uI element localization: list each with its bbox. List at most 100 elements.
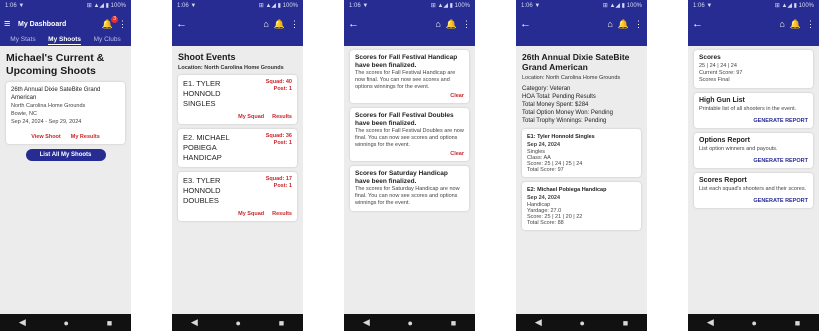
notifications-icon[interactable]: 🔔: [790, 19, 801, 30]
status-time: 1:06 ▼: [177, 3, 197, 9]
nav-home-icon[interactable]: ●: [236, 318, 241, 328]
report-card: Scores Report List each squad's shooters…: [694, 173, 813, 208]
list-all-shoots-button[interactable]: List All My Shoots: [25, 149, 106, 161]
scores-card: Scores 25 | 24 | 24 | 24 Current Score: …: [694, 50, 813, 88]
more-icon[interactable]: ⋮: [462, 19, 471, 30]
app-bar: ← ⌂ 🔔 ⋮: [344, 12, 475, 46]
home-icon[interactable]: ⌂: [607, 19, 612, 29]
report-title: Options Report: [699, 137, 750, 144]
more-icon[interactable]: ⋮: [118, 19, 127, 30]
status-time: 1:06 ▼: [693, 3, 713, 9]
more-icon[interactable]: ⋮: [634, 19, 643, 30]
nav-back-icon[interactable]: ◀: [19, 317, 26, 328]
clear-button[interactable]: Clear: [355, 93, 464, 99]
event-result-card[interactable]: E1: Tyler Honnold Singles Sep 24, 2024 S…: [522, 129, 641, 177]
home-icon[interactable]: ⌂: [779, 19, 784, 29]
shoot-location: North Carolina Home Grounds: [11, 103, 86, 109]
event-card[interactable]: E3. TYLER HONNOLD DOUBLES Squad: 17 Post…: [178, 172, 297, 221]
event-title: E1: Tyler Honnold Singles: [527, 134, 595, 140]
system-nav-bar: ◀ ● ■: [172, 314, 303, 331]
system-nav-bar: ◀ ● ■: [0, 314, 131, 331]
tab-my-stats[interactable]: My Stats: [10, 36, 35, 43]
back-arrow-icon[interactable]: ←: [692, 18, 706, 30]
option-money: Total Option Money Won: Pending: [522, 110, 613, 116]
report-card: High Gun List Printable list of all shoo…: [694, 93, 813, 128]
nav-recents-icon[interactable]: ■: [623, 318, 628, 328]
results-link[interactable]: Results: [272, 211, 292, 217]
notification-badge: 3: [111, 15, 118, 23]
nav-back-icon[interactable]: ◀: [363, 317, 370, 328]
status-icons: ⊞ ▲◢ ▮ 100%: [774, 3, 814, 9]
reports-content: Scores 25 | 24 | 24 | 24 Current Score: …: [688, 46, 819, 217]
status-time: 1:06 ▼: [5, 3, 25, 9]
my-squad-link[interactable]: My Squad: [238, 211, 264, 217]
notifications-icon[interactable]: 🔔: [618, 19, 629, 30]
status-bar: 1:06 ▼ ⊞ ▲◢ ▮ 100%: [516, 0, 647, 12]
my-squad-link[interactable]: My Squad: [238, 114, 264, 120]
trophy-winnings: Total Trophy Winnings: Pending: [522, 118, 607, 124]
more-icon[interactable]: ⋮: [806, 19, 815, 30]
event-stats: Squad: 36 Post: 1: [266, 133, 292, 163]
location-label: Location: North Carolina Home Grounds: [178, 65, 284, 71]
category-label: Category: Veteran: [522, 86, 571, 92]
nav-recents-icon[interactable]: ■: [279, 318, 284, 328]
phone-screen-shoot-events: 1:06 ▼ ⊞ ▲◢ ▮ 100% ← ⌂ 🔔 ⋮ Shoot Events …: [172, 0, 303, 331]
tab-my-clubs[interactable]: My Clubs: [94, 36, 121, 43]
page-title: Michael's Current & Upcoming Shoots: [6, 52, 105, 77]
event-date: Sep 24, 2024: [527, 142, 561, 148]
more-icon[interactable]: ⋮: [290, 19, 299, 30]
nav-recents-icon[interactable]: ■: [107, 318, 112, 328]
nav-back-icon[interactable]: ◀: [191, 317, 198, 328]
event-card[interactable]: E2. MICHAEL POBIEGA HANDICAP Squad: 36 P…: [178, 129, 297, 167]
phone-screen-notifications: 1:06 ▼ ⊞ ▲◢ ▮ 100% ← ⌂ 🔔 ⋮ Scores for Fa…: [344, 0, 475, 331]
event-actions: My Squad Results: [183, 114, 292, 120]
back-arrow-icon[interactable]: ←: [348, 18, 362, 30]
notifications-icon[interactable]: 🔔 3: [102, 15, 118, 30]
tab-bar: My Stats My Shoots My Clubs: [0, 36, 131, 46]
nav-back-icon[interactable]: ◀: [707, 317, 714, 328]
event-stats: Squad: 40 Post: 1: [266, 79, 292, 109]
app-title: My Dashboard: [18, 20, 67, 28]
post-label: Post: 1: [273, 140, 292, 146]
event-card[interactable]: E1. TYLER HONNOLD SINGLES Squad: 40 Post…: [178, 75, 297, 124]
nav-recents-icon[interactable]: ■: [795, 318, 800, 328]
generate-report-button[interactable]: GENERATE REPORT: [699, 198, 808, 204]
notifications-icon[interactable]: 🔔: [274, 19, 285, 30]
shoot-card[interactable]: 26th Annual Dixie SateBite Grand America…: [6, 82, 125, 144]
generate-report-button[interactable]: GENERATE REPORT: [699, 118, 808, 124]
event-name: E1. TYLER HONNOLD SINGLES: [183, 79, 221, 108]
notification-card: Scores for Fall Festival Handicap have b…: [350, 50, 469, 103]
home-icon[interactable]: ⌂: [263, 19, 268, 29]
report-description: List option winners and payouts.: [699, 146, 778, 152]
nav-home-icon[interactable]: ●: [580, 318, 585, 328]
menu-icon[interactable]: ≡: [4, 18, 18, 30]
view-shoot-link[interactable]: View Shoot: [31, 134, 61, 140]
system-nav-bar: ◀ ● ■: [344, 314, 475, 331]
generate-report-button[interactable]: GENERATE REPORT: [699, 158, 808, 164]
report-description: Printable list of all shooters in the ev…: [699, 106, 797, 112]
event-result-card[interactable]: E2: Michael Pobiega Handicap Sep 24, 202…: [522, 182, 641, 230]
nav-home-icon[interactable]: ●: [752, 318, 757, 328]
event-detail: Total Score: 88: [527, 220, 564, 226]
notification-body: The scores for Fall Festival Doubles are…: [355, 128, 464, 148]
my-results-link[interactable]: My Results: [71, 134, 100, 140]
nav-home-icon[interactable]: ●: [408, 318, 413, 328]
app-bar: ← ⌂ 🔔 ⋮: [172, 12, 303, 46]
clear-button[interactable]: Clear: [355, 151, 464, 157]
report-title: High Gun List: [699, 97, 745, 104]
nav-back-icon[interactable]: ◀: [535, 317, 542, 328]
events-content: Shoot Events Location: North Carolina Ho…: [172, 46, 303, 230]
shoot-name: 26th Annual Dixie SateBite Grand America…: [11, 87, 101, 101]
back-arrow-icon[interactable]: ←: [176, 18, 190, 30]
nav-home-icon[interactable]: ●: [64, 318, 69, 328]
notifications-icon[interactable]: 🔔: [446, 19, 457, 30]
post-label: Post: 1: [273, 86, 292, 92]
back-arrow-icon[interactable]: ←: [520, 18, 534, 30]
home-icon[interactable]: ⌂: [435, 19, 440, 29]
dashboard-content: Michael's Current & Upcoming Shoots 26th…: [0, 46, 131, 165]
event-name: E3. TYLER HONNOLD DOUBLES: [183, 176, 221, 205]
results-link[interactable]: Results: [272, 114, 292, 120]
tab-my-shoots[interactable]: My Shoots: [48, 36, 82, 45]
shoot-city: Bowie, NC: [11, 111, 37, 117]
nav-recents-icon[interactable]: ■: [451, 318, 456, 328]
